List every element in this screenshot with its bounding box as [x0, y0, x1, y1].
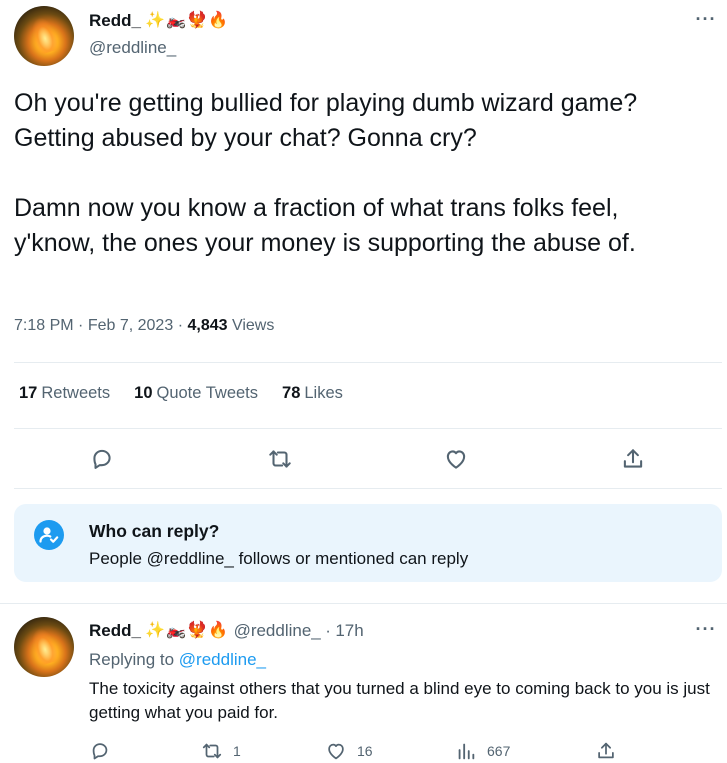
replying-to: Replying to @reddline_ — [89, 650, 266, 670]
retweet-icon — [202, 743, 222, 759]
reply-author-display-name[interactable]: Redd_ — [89, 621, 141, 640]
quotes-stat[interactable]: 10 Quote Tweets — [134, 384, 258, 403]
who-can-reply-subtitle: People @reddline_ follows or mentioned c… — [89, 549, 469, 568]
meta-separator: · — [78, 317, 84, 334]
reply-retweet-count: 1 — [233, 743, 241, 759]
author-display-name[interactable]: Redd_ — [89, 11, 141, 30]
author-name-row[interactable]: Redd_ ✨🏍️🐦‍🔥🔥 — [89, 10, 229, 31]
reply-retweet-button[interactable]: 1 — [201, 740, 241, 762]
tweet-stats: 17 Retweets 10 Quote Tweets 78 Likes — [19, 384, 343, 403]
reply-text: The toxicity against others that you tur… — [89, 679, 710, 722]
reply-time[interactable]: 17h — [335, 621, 363, 640]
quotes-label: Quote Tweets — [156, 384, 259, 402]
likes-count: 78 — [282, 384, 301, 402]
reply-like-button[interactable]: 16 — [325, 740, 373, 762]
author-name-emojis: ✨🏍️🐦‍🔥🔥 — [145, 12, 230, 29]
reply-icon — [92, 743, 108, 760]
retweets-label: Retweets — [41, 384, 111, 402]
tweet-time[interactable]: 7:18 PM — [14, 317, 74, 334]
reply-author-avatar[interactable] — [14, 617, 74, 677]
reply-share-button[interactable] — [595, 740, 617, 762]
reply-author-emojis: ✨🏍️🐦‍🔥🔥 — [145, 622, 230, 639]
reply-views-count: 667 — [487, 743, 511, 759]
tweet-text: Oh you're getting bullied for playing du… — [14, 89, 638, 257]
retweet-icon[interactable] — [267, 446, 293, 472]
reply-action-bar: 1 16 667 — [0, 740, 727, 762]
retweets-count: 17 — [19, 384, 38, 402]
like-icon — [328, 743, 344, 760]
likes-stat[interactable]: 78 Likes — [282, 384, 343, 403]
tweet-meta: 7:18 PM · Feb 7, 2023 · 4,843 Views — [14, 317, 274, 335]
reply-icon[interactable] — [89, 446, 115, 472]
author-avatar[interactable] — [14, 6, 74, 66]
views-label: Views — [231, 317, 275, 334]
tweet-detail-page: Redd_ ✨🏍️🐦‍🔥🔥 @reddline_ ··· Oh you're g… — [0, 0, 727, 763]
who-can-reply-box: Who can reply? People @reddline_ follows… — [14, 504, 722, 582]
author-handle[interactable]: @reddline_ — [89, 38, 176, 58]
who-can-reply-title: Who can reply? — [89, 521, 220, 541]
reply-separator: · — [325, 621, 331, 640]
reply-more-options-icon[interactable]: ··· — [693, 620, 719, 642]
share-icon — [598, 742, 614, 759]
replying-prefix: Replying to — [89, 650, 175, 669]
divider — [0, 603, 727, 604]
share-icon[interactable] — [620, 446, 646, 472]
likes-label: Likes — [304, 384, 343, 402]
tweet-date[interactable]: Feb 7, 2023 — [88, 317, 173, 334]
views-chart-icon — [458, 743, 475, 760]
user-check-icon — [34, 520, 64, 550]
divider — [14, 428, 722, 429]
reply-like-count: 16 — [357, 743, 373, 759]
tweet-action-bar — [0, 446, 727, 472]
meta-separator: · — [177, 317, 184, 334]
replying-to-handle[interactable]: @reddline_ — [179, 650, 266, 669]
quotes-count: 10 — [134, 384, 153, 402]
reply-reply-button[interactable] — [89, 740, 111, 762]
retweets-stat[interactable]: 17 Retweets — [19, 384, 110, 403]
reply-header: Redd_ ✨🏍️🐦‍🔥🔥 @reddline_ · 17h — [89, 620, 364, 641]
views-count: 4,843 — [187, 317, 228, 334]
divider — [14, 362, 722, 363]
reply-views-button[interactable]: 667 — [455, 740, 510, 762]
more-options-icon[interactable]: ··· — [693, 10, 719, 32]
like-icon[interactable] — [443, 446, 469, 472]
divider — [14, 488, 722, 489]
reply-author-handle[interactable]: @reddline_ — [234, 621, 321, 640]
